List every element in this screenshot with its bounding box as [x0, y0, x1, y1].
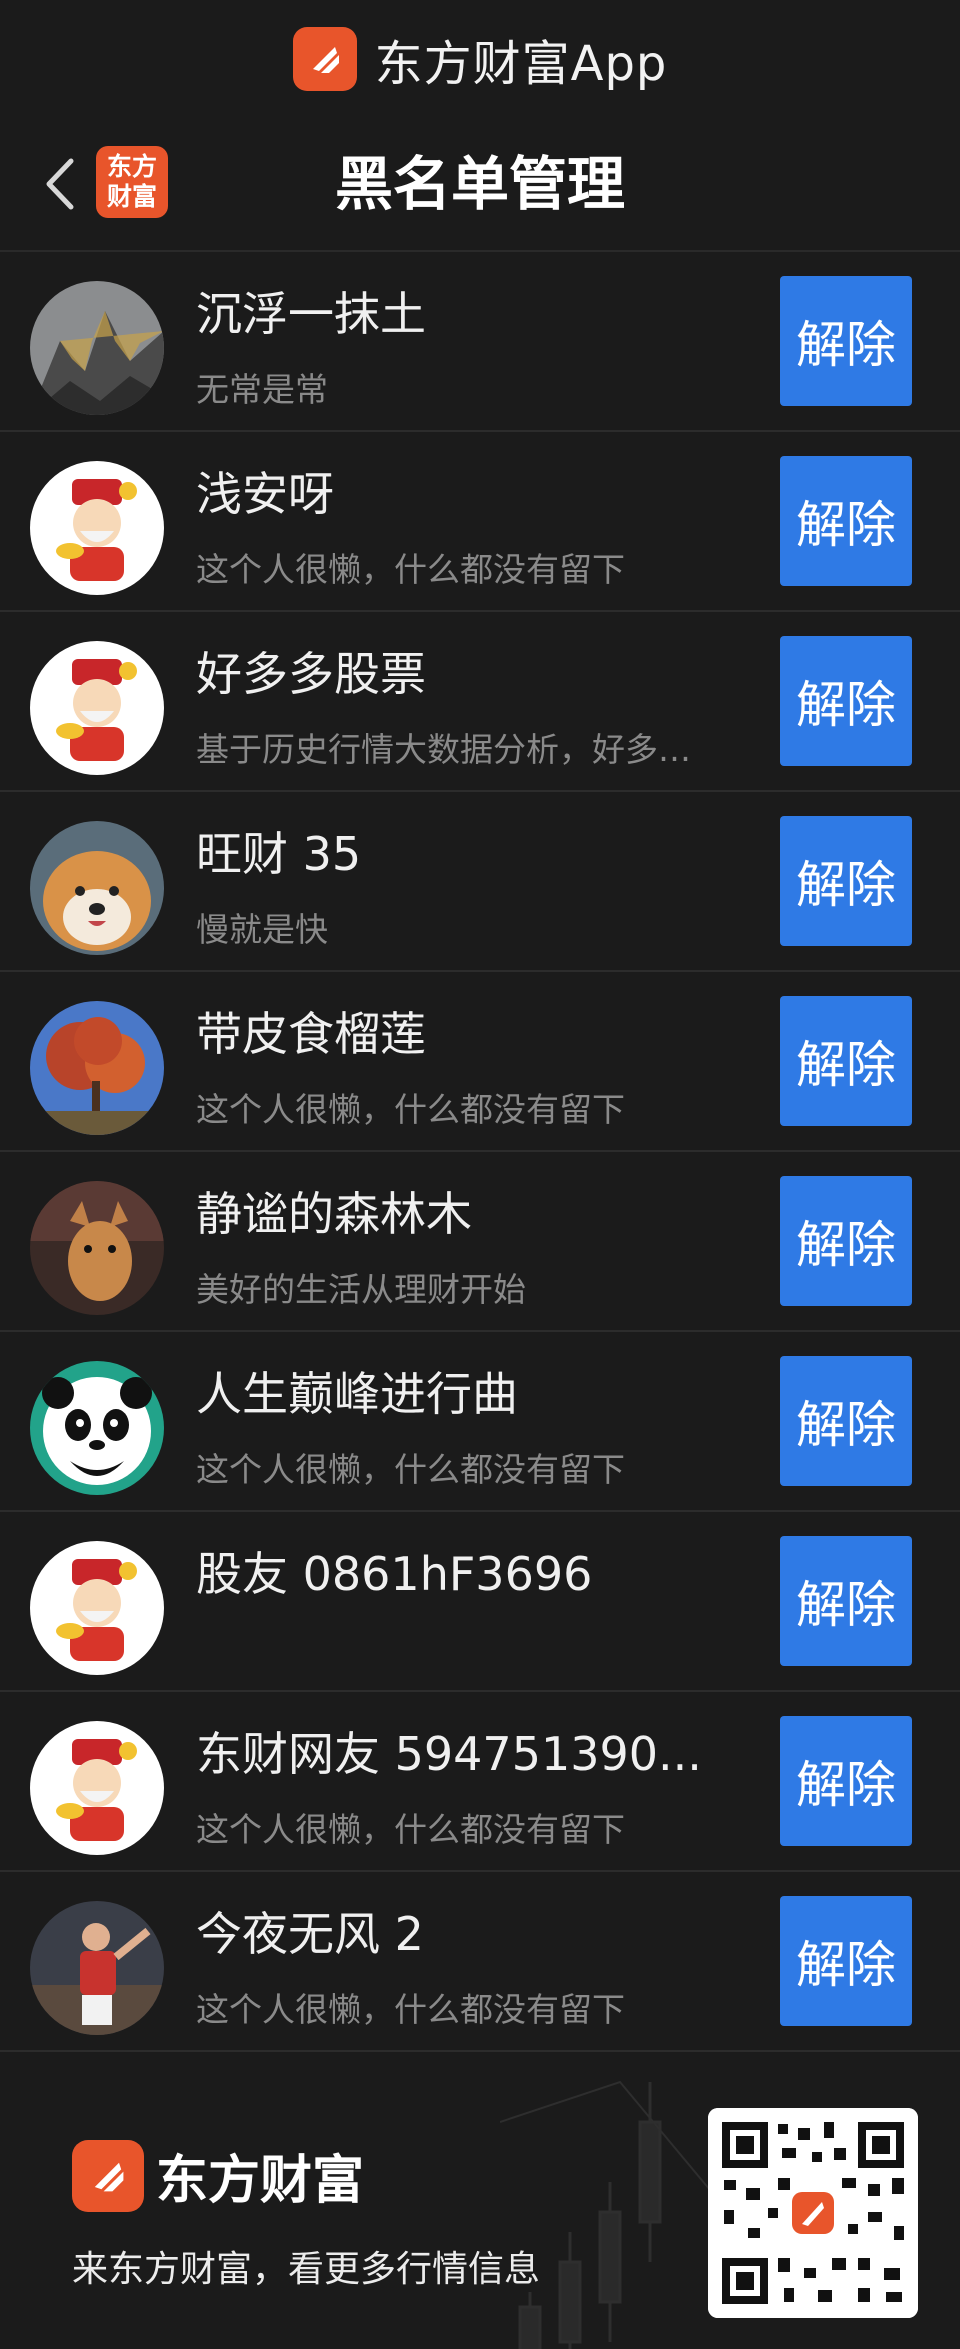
- app-logo-icon: [292, 27, 357, 91]
- unblock-button[interactable]: 解除: [780, 1536, 912, 1666]
- user-signature: 基于历史行情大数据分析，好多…: [196, 730, 691, 769]
- list-item: 旺财 35 慢就是快 解除: [0, 792, 960, 972]
- nav-bar: 东方 财富 黑名单管理: [0, 118, 960, 250]
- unblock-button[interactable]: 解除: [780, 1176, 912, 1306]
- list-item: 今夜无风 2 这个人很懒，什么都没有留下 解除: [0, 1872, 960, 2052]
- unblock-button[interactable]: 解除: [780, 1716, 912, 1846]
- avatar[interactable]: [30, 1901, 164, 2035]
- user-name[interactable]: 股友 0861hF3696: [196, 1544, 592, 1604]
- red-tree-avatar-icon: [30, 1001, 164, 1135]
- user-name[interactable]: 浅安呀: [196, 464, 334, 524]
- user-name[interactable]: 带皮食榴莲: [196, 1004, 426, 1064]
- user-name[interactable]: 沉浮一抹土: [196, 284, 426, 344]
- fortune-god-avatar-icon: [30, 1541, 164, 1675]
- user-name[interactable]: 旺财 35: [196, 824, 361, 884]
- fortune-god-avatar-icon: [30, 1721, 164, 1855]
- user-name[interactable]: 东财网友 594751390...: [196, 1724, 702, 1784]
- list-item: 静谧的森林木 美好的生活从理财开始 解除: [0, 1152, 960, 1332]
- qr-code-icon: [708, 2108, 918, 2318]
- shiba-dog-avatar-icon: [30, 821, 164, 955]
- list-item: 股友 0861hF3696 解除: [0, 1512, 960, 1692]
- mountain-avatar-icon: [30, 281, 164, 415]
- user-name[interactable]: 今夜无风 2: [196, 1904, 424, 1964]
- user-signature: 慢就是快: [196, 910, 328, 949]
- user-signature: 无常是常: [196, 370, 328, 409]
- blocked-list: 沉浮一抹土 无常是常 解除 浅安呀 这个人很懒，什么都没有留下 解除 好多多股票…: [0, 252, 960, 2052]
- page-title: 黑名单管理: [334, 150, 625, 218]
- footer-slogan: 来东方财富，看更多行情信息: [72, 2249, 541, 2290]
- app-banner: 东方财富App: [0, 0, 960, 118]
- qr-code[interactable]: [708, 2108, 918, 2318]
- footer-logo-row: 东方财富: [72, 2138, 364, 2213]
- avatar[interactable]: [30, 641, 164, 775]
- list-item: 浅安呀 这个人很懒，什么都没有留下 解除: [0, 432, 960, 612]
- list-item: 东财网友 594751390... 这个人很懒，什么都没有留下 解除: [0, 1692, 960, 1872]
- footer-logo-icon: [72, 2139, 144, 2212]
- user-signature: 美好的生活从理财开始: [196, 1270, 526, 1309]
- footer-promo: 东方财富 来东方财富，看更多行情信息: [0, 2052, 960, 2349]
- unblock-button[interactable]: 解除: [780, 996, 912, 1126]
- avatar[interactable]: [30, 461, 164, 595]
- footer-brand: 东方财富: [156, 2151, 365, 2211]
- avatar[interactable]: [30, 1361, 164, 1495]
- unblock-button[interactable]: 解除: [780, 816, 912, 946]
- panda-avatar-icon: [30, 1361, 164, 1495]
- user-signature: 这个人很懒，什么都没有留下: [196, 1990, 625, 2029]
- user-name[interactable]: 静谧的森林木: [196, 1184, 472, 1244]
- user-signature: 这个人很懒，什么都没有留下: [196, 1090, 625, 1129]
- unblock-button[interactable]: 解除: [780, 636, 912, 766]
- avatar[interactable]: [30, 1001, 164, 1135]
- fortune-god-avatar-icon: [30, 641, 164, 775]
- list-item: 带皮食榴莲 这个人很懒，什么都没有留下 解除: [0, 972, 960, 1152]
- user-name[interactable]: 人生巅峰进行曲: [196, 1364, 518, 1424]
- dog-photo-avatar-icon: [30, 1181, 164, 1315]
- unblock-button[interactable]: 解除: [780, 276, 912, 406]
- avatar[interactable]: [30, 1721, 164, 1855]
- user-signature: 这个人很懒，什么都没有留下: [196, 1450, 625, 1489]
- fortune-god-avatar-icon: [30, 461, 164, 595]
- list-item: 人生巅峰进行曲 这个人很懒，什么都没有留下 解除: [0, 1332, 960, 1512]
- unblock-button[interactable]: 解除: [780, 1896, 912, 2026]
- app-banner-text: 东方财富App: [374, 36, 668, 92]
- avatar[interactable]: [30, 821, 164, 955]
- user-name[interactable]: 好多多股票: [196, 644, 426, 704]
- user-signature: 这个人很懒，什么都没有留下: [196, 550, 625, 589]
- avatar[interactable]: [30, 1181, 164, 1315]
- list-item: 好多多股票 基于历史行情大数据分析，好多… 解除: [0, 612, 960, 792]
- avatar[interactable]: [30, 281, 164, 415]
- user-signature: 这个人很懒，什么都没有留下: [196, 1810, 625, 1849]
- avatar[interactable]: [30, 1541, 164, 1675]
- athlete-avatar-icon: [30, 1901, 164, 2035]
- unblock-button[interactable]: 解除: [780, 1356, 912, 1486]
- unblock-button[interactable]: 解除: [780, 456, 912, 586]
- list-item: 沉浮一抹土 无常是常 解除: [0, 252, 960, 432]
